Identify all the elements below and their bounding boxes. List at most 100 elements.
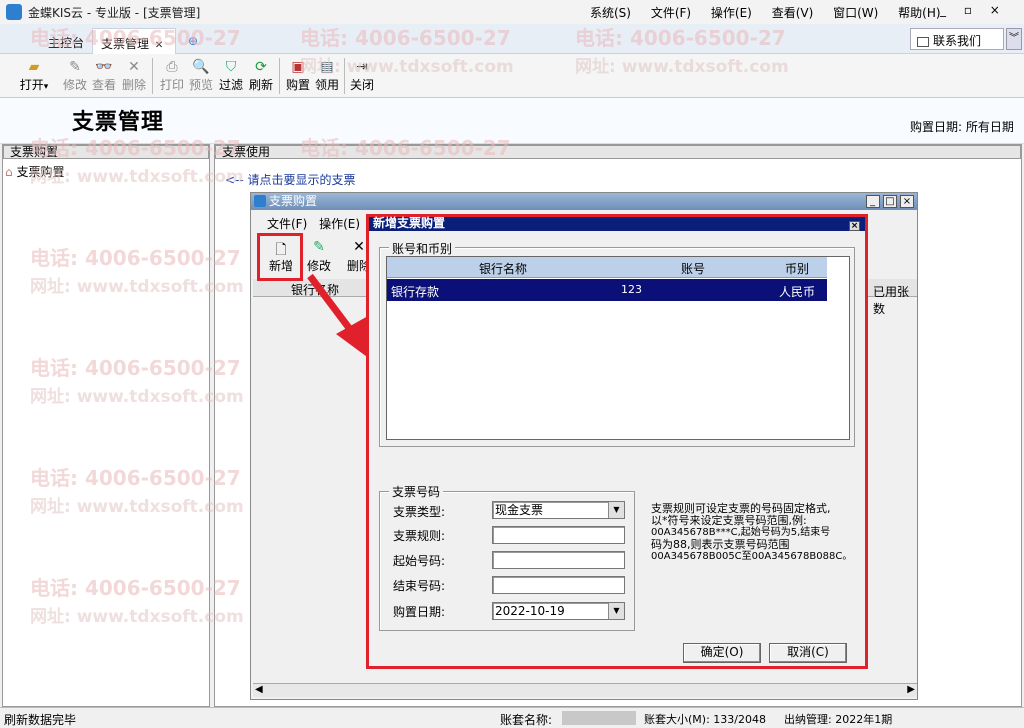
row-currency: 人民币 [779, 285, 816, 299]
column-bank-name: 银行名称 [479, 262, 528, 276]
toolbar [0, 54, 1024, 98]
close-icon[interactable]: × [900, 195, 914, 208]
account-name-label: 账套名称: [500, 713, 553, 727]
receive-label: 领用 [314, 78, 339, 92]
tab-home[interactable]: 主控台 [40, 28, 92, 54]
view-button[interactable]: 👓 查看 [90, 58, 118, 93]
tree-item-cheque-purchase[interactable]: ⌂ 支票购置 [3, 159, 209, 184]
purchase-window-menu: 文件(F) 操作(E) [267, 215, 360, 232]
menu-file[interactable]: 文件(F) [651, 6, 691, 20]
purchase-window-title-label: 支票购置 [269, 194, 318, 208]
dropdown-arrow-icon: ▾ [43, 82, 49, 92]
exit-door-icon: ⇥ [356, 59, 368, 75]
account-size: 账套大小(M): 133/2048 [644, 713, 766, 726]
help-line: 码为88,则表示支票号码范围 [651, 538, 790, 551]
minimize-icon[interactable]: _ [940, 3, 946, 17]
purchase-icon: ▣ [291, 59, 305, 75]
cheque-rule-input[interactable] [492, 526, 625, 544]
minimize-icon[interactable]: _ [865, 195, 880, 208]
contact-us-button[interactable]: 联系我们 [910, 28, 1004, 50]
close-icon[interactable]: × [990, 3, 1000, 17]
account-grid-header: 银行名称 账号 币别 [387, 257, 827, 278]
menu-edit[interactable]: 操作(E) [711, 6, 752, 20]
filter-button[interactable]: ⛉ 过滤 [217, 58, 245, 93]
cheque-type-value: 现金支票 [495, 503, 544, 517]
horizontal-scrollbar[interactable]: ◀ ▶ [253, 683, 917, 697]
menu-edit[interactable]: 操作(E) [319, 217, 360, 231]
column-account: 账号 [681, 262, 706, 276]
account-grid[interactable]: 银行名称 账号 币别 银行存款 123 人民币 [386, 256, 850, 440]
ok-button[interactable]: 确定(O) [683, 643, 761, 663]
filter-icon: ⛉ [225, 59, 237, 75]
window-title: 金蝶KIS云 - 专业版 - [支票管理] [28, 6, 201, 20]
cheque-type-select[interactable]: 现金支票 ▼ [492, 501, 625, 519]
dialog-title: 新增支票购置 × [369, 217, 865, 231]
refresh-icon: ⟳ [255, 59, 267, 75]
menu-system[interactable]: 系统(S) [590, 6, 631, 20]
start-number-label: 起始号码: [393, 554, 446, 568]
scroll-right-icon[interactable]: ▶ [907, 684, 915, 695]
dialog-title-label: 新增支票购置 [373, 216, 446, 230]
print-button[interactable]: ⎙ 打印 [158, 58, 186, 93]
refresh-button[interactable]: ⟳ 刷新 [247, 58, 275, 93]
cancel-button[interactable]: 取消(C) [769, 643, 847, 663]
folder-open-icon: ▰ [28, 59, 40, 75]
tab-cheque-management[interactable]: 支票管理 ✕ [92, 28, 176, 54]
delete-button[interactable]: ✕ 删除 [120, 58, 148, 93]
status-bar: 刷新数据完毕 账套名称: 账套大小(M): 133/2048 出纳管理: 202… [0, 707, 1024, 728]
purchase-label: 购置 [285, 78, 310, 92]
account-row[interactable]: 银行存款 123 人民币 [387, 279, 827, 301]
help-line: 00A345678B005C至00A345678B088C。 [651, 551, 853, 562]
toolbar-divider [152, 58, 153, 94]
end-number-label: 结束号码: [393, 579, 446, 593]
purchase-date-filter: 购置日期: 所有日期 [910, 118, 1014, 135]
print-label: 打印 [159, 78, 184, 92]
start-number-input[interactable] [492, 551, 625, 569]
chevron-down-icon[interactable]: ▼ [608, 502, 624, 518]
menu-window[interactable]: 窗口(W) [833, 6, 878, 20]
toolbar-divider [344, 58, 345, 94]
chevron-down-icon[interactable]: ▼ [608, 603, 624, 619]
new-button-highlight [257, 233, 303, 281]
column-used-count: 已用张数 [873, 285, 910, 316]
receive-button[interactable]: ▤ 领用 [313, 58, 341, 93]
refresh-label: 刷新 [248, 78, 273, 92]
select-cheque-hint: <-- 请点击要显示的支票 [225, 173, 356, 187]
house-icon: ⌂ [5, 165, 13, 179]
cheque-number-label: 支票号码 [389, 483, 444, 500]
close-button[interactable]: ⇥ 关闭 [348, 58, 376, 93]
cheque-purchase-window-title: 支票购置 _ □ × [251, 193, 917, 210]
menu-view[interactable]: 查看(V) [772, 6, 814, 20]
tab-close-icon[interactable]: ✕ [155, 40, 163, 51]
open-button[interactable]: ▰ 打开▾ [14, 58, 54, 93]
main-menu: 系统(S) 文件(F) 操作(E) 查看(V) 窗口(W) 帮助(H) [590, 4, 957, 21]
modify-button[interactable]: ✎ 修改 [61, 58, 89, 93]
menu-file[interactable]: 文件(F) [267, 217, 307, 231]
toolbar-divider [279, 58, 280, 94]
restore-icon[interactable]: ▫ [964, 3, 972, 17]
view-label: 查看 [91, 78, 116, 92]
add-tab-icon[interactable]: ⊕ [180, 28, 206, 54]
page-title: 支票管理 [72, 110, 165, 135]
window-controls: _ ▫ × [940, 3, 1014, 17]
end-number-input[interactable] [492, 576, 625, 594]
purchase-button[interactable]: ▣ 购置 [284, 58, 312, 93]
modify-button[interactable]: ✎ 修改 [304, 239, 334, 274]
cheque-rule-help: 支票规则可设定支票的号码固定格式, 以*符号来设定支票号码范围,例: 00A34… [651, 503, 861, 563]
preview-icon: 🔍 [192, 59, 210, 75]
menu-help[interactable]: 帮助(H) [898, 6, 940, 20]
row-account: 123 [621, 283, 642, 296]
binoculars-icon: 👓 [95, 59, 113, 75]
maximize-icon[interactable]: □ [882, 195, 897, 208]
purchase-date-value: 2022-10-19 [495, 604, 565, 618]
purchase-date-label: 购置日期: [910, 120, 963, 134]
tab-home-label: 主控台 [48, 36, 85, 50]
delete-label: 删除 [121, 78, 146, 92]
expand-icon[interactable]: ︾ [1006, 28, 1022, 50]
close-icon[interactable]: × [849, 221, 860, 231]
scroll-left-icon[interactable]: ◀ [255, 684, 263, 695]
purchase-date-picker[interactable]: 2022-10-19 ▼ [492, 602, 625, 620]
printer-icon: ⎙ [166, 59, 178, 75]
preview-button[interactable]: 🔍 预览 [187, 58, 215, 93]
preview-label: 预览 [188, 78, 213, 92]
